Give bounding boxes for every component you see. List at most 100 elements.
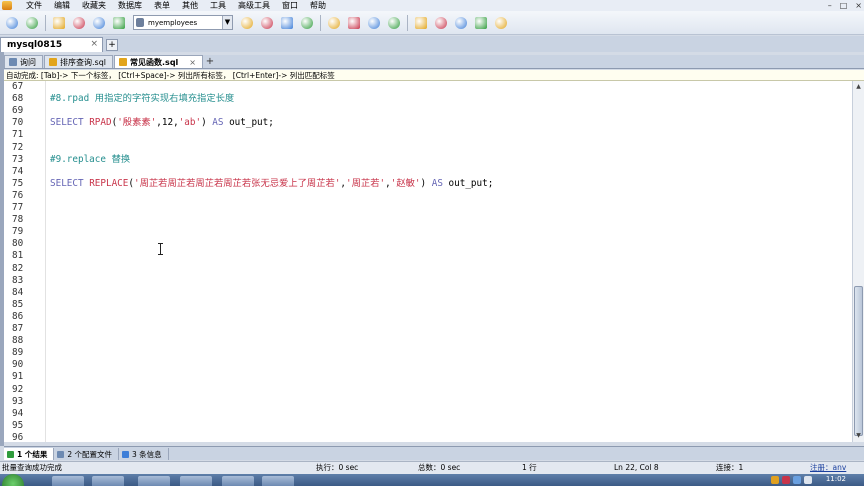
connection-tab-mysql0815[interactable]: mysql0815 × <box>0 37 103 52</box>
code-text: SELECT RPAD('殷素素',12,'ab') AS out_put; <box>50 117 274 129</box>
import-icon[interactable] <box>279 15 295 31</box>
taskbar-app-3[interactable] <box>138 476 170 486</box>
new-query-icon[interactable] <box>24 15 40 31</box>
code-token: ) <box>201 117 213 129</box>
profile-icon <box>57 450 65 458</box>
format-icon[interactable] <box>493 15 509 31</box>
export-icon[interactable] <box>299 15 315 31</box>
line-number: 75 <box>12 177 24 189</box>
code-token: REPLACE <box>89 177 129 189</box>
database-icon <box>136 18 144 27</box>
sql-editor[interactable]: 67 68 #8.rpad 用指定的字符实现右填充指定长度 69 70 SELECT RP… <box>4 81 852 442</box>
monitor-icon[interactable] <box>473 15 489 31</box>
users-icon[interactable] <box>366 15 382 31</box>
result-tab-bar: 1 个结果 2 个配置文件 3 条信息 <box>4 446 864 460</box>
close-icon[interactable]: × <box>189 58 196 67</box>
refresh-icon[interactable] <box>111 15 127 31</box>
backup-icon[interactable] <box>326 15 342 31</box>
code-line: 83 <box>4 275 852 287</box>
menu-item[interactable]: 帮助 <box>304 0 332 11</box>
code-line: 77 <box>4 202 852 214</box>
code-line: 89 <box>4 347 852 359</box>
taskbar-clock[interactable]: 11:02 <box>826 475 846 483</box>
system-tray <box>771 476 812 484</box>
menu-item[interactable]: 数据库 <box>112 0 148 11</box>
line-number: 96 <box>12 431 24 442</box>
line-number: 74 <box>12 165 24 177</box>
close-icon[interactable]: × <box>855 0 862 11</box>
menu-item[interactable]: 工具 <box>204 0 232 11</box>
line-number: 85 <box>12 298 24 310</box>
code-token: '殷素素' <box>117 117 157 129</box>
table-icon[interactable] <box>259 15 275 31</box>
schema-icon[interactable] <box>239 15 255 31</box>
add-editor-tab-button[interactable]: + <box>204 56 216 68</box>
editor-tab[interactable]: 排序查询.sql <box>44 55 114 68</box>
line-number: 86 <box>12 310 24 322</box>
result-tab-label: 2 个配置文件 <box>67 449 112 459</box>
tray-icon[interactable] <box>793 476 801 484</box>
code-line: 73 #9.replace 替换 <box>4 154 852 166</box>
line-number: 76 <box>12 189 24 201</box>
result-tab-label: 3 条信息 <box>132 449 162 459</box>
editor-vertical-scrollbar[interactable]: ▲ ▼ <box>852 81 864 442</box>
schedule-icon[interactable] <box>413 15 429 31</box>
new-connection-icon[interactable] <box>4 15 20 31</box>
code-token: AS <box>212 117 224 129</box>
maximize-icon[interactable]: □ <box>840 0 848 11</box>
editor-tab[interactable]: 常见函数.sql × <box>114 55 203 68</box>
tray-icon[interactable] <box>782 476 790 484</box>
start-button-icon[interactable] <box>2 474 24 486</box>
editor-tab[interactable]: 询问 <box>4 55 43 68</box>
chevron-down-icon[interactable]: ▼ <box>222 16 232 29</box>
menu-item[interactable]: 表单 <box>148 0 176 11</box>
scroll-down-icon[interactable]: ▼ <box>854 431 863 440</box>
taskbar-app-2[interactable] <box>92 476 124 486</box>
menu-item[interactable]: 编辑 <box>48 0 76 11</box>
close-icon[interactable]: × <box>90 39 98 49</box>
status-cursor-position: Ln 22, Col 8 <box>614 463 659 472</box>
status-registration[interactable]: 注册：anv <box>810 462 846 474</box>
code-line: 82 <box>4 263 852 275</box>
execute-icon[interactable] <box>51 15 67 31</box>
execute-all-icon[interactable] <box>71 15 87 31</box>
result-tab[interactable]: 2 个配置文件 <box>54 448 119 460</box>
connection-tab-label: mysql0815 <box>7 40 63 50</box>
result-tab[interactable]: 1 个结果 <box>4 448 55 460</box>
scroll-up-icon[interactable]: ▲ <box>854 82 863 91</box>
scrollbar-thumb[interactable] <box>854 286 863 436</box>
code-token: RPAD <box>89 117 112 129</box>
code-line: 76 <box>4 190 852 202</box>
minimize-icon[interactable]: – <box>828 0 832 11</box>
toolbar-separator <box>407 14 408 31</box>
taskbar-app-1[interactable] <box>52 476 84 486</box>
sync-icon[interactable] <box>386 15 402 31</box>
database-selector[interactable]: myemployees ▼ <box>133 15 233 30</box>
status-message: 批量查询成功完成 <box>2 463 62 472</box>
code-line: 74 <box>4 166 852 178</box>
restore-icon[interactable] <box>346 15 362 31</box>
menu-item[interactable]: 高级工具 <box>232 0 276 11</box>
connection-tab-bar: mysql0815 × + <box>0 36 864 52</box>
designer-icon[interactable] <box>433 15 449 31</box>
add-connection-tab-button[interactable]: + <box>106 39 118 51</box>
database-selector-value: myemployees <box>148 18 198 27</box>
taskbar-app-5[interactable] <box>222 476 254 486</box>
menu-item[interactable]: 收藏夹 <box>76 0 112 11</box>
taskbar-app-6[interactable] <box>262 476 294 486</box>
menu-bar: 文件 编辑 收藏夹 数据库 表单 其他 工具 高级工具 窗口 帮助 – □ × <box>0 0 864 11</box>
menu-item[interactable]: 窗口 <box>276 0 304 11</box>
menu-item[interactable]: 文件 <box>20 0 48 11</box>
compare-icon[interactable] <box>453 15 469 31</box>
code-line: 67 <box>4 81 852 93</box>
stop-icon[interactable] <box>91 15 107 31</box>
menu-item[interactable]: 其他 <box>176 0 204 11</box>
code-text: #8.rpad 用指定的字符实现右填充指定长度 <box>50 93 234 105</box>
tray-icon[interactable] <box>771 476 779 484</box>
result-tab[interactable]: 3 条信息 <box>119 448 169 460</box>
toolbar-separator <box>45 14 46 31</box>
status-exec-time: 执行：0 sec <box>316 463 359 472</box>
app-logo-icon <box>2 1 12 10</box>
tray-icon[interactable] <box>804 476 812 484</box>
taskbar-app-4[interactable] <box>180 476 212 486</box>
